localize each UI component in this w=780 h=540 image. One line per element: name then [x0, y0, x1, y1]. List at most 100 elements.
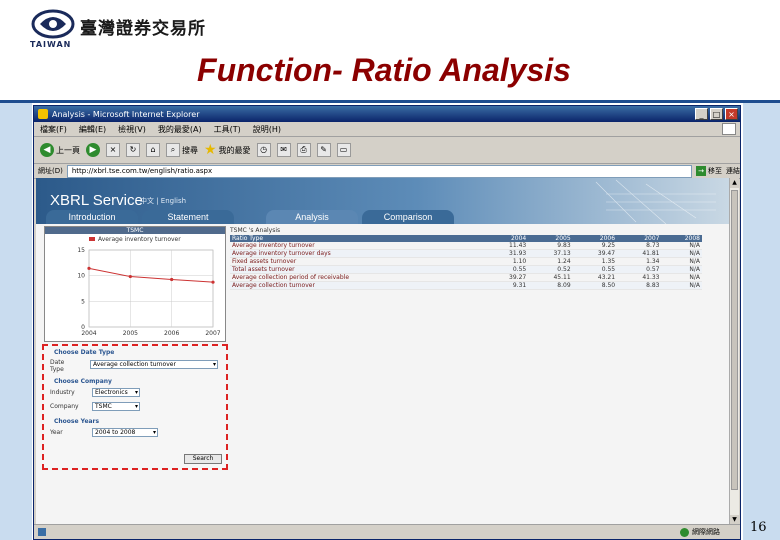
table-cell: N/A [661, 281, 702, 290]
tab-analysis[interactable]: Analysis [266, 210, 358, 224]
search-submit-button[interactable]: Search [184, 454, 222, 464]
vertical-scrollbar[interactable]: ▲ ▼ [729, 178, 739, 525]
address-input[interactable]: http://xbrl.tse.com.tw/english/ratio.asp… [66, 164, 692, 178]
company-header: Choose Company [54, 378, 112, 385]
table-cell: 37.13 [528, 249, 573, 258]
table-cell: 31.93 [483, 249, 529, 258]
right-frame-panel [743, 103, 780, 540]
edit-button[interactable]: ✎ [316, 143, 331, 157]
table-cell: 1.35 [572, 257, 618, 266]
table-cell: 8.09 [528, 281, 573, 290]
menu-bar: 檔案(F) 編輯(E) 檢視(V) 我的最愛(A) 工具(T) 說明(H) [34, 122, 740, 137]
table-cell: 11.43 [483, 242, 529, 250]
history-button[interactable]: ◷ [256, 143, 271, 157]
favorites-button[interactable]: ★ 我的最愛 [204, 143, 251, 157]
table-cell: 39.47 [572, 249, 618, 258]
table-cell: 0.57 [617, 265, 662, 274]
maximize-button[interactable]: □ [710, 108, 723, 120]
x-tick-label: 2007 [205, 330, 220, 337]
org-name: 臺灣證券交易所 [80, 19, 206, 39]
go-arrow-icon: → [696, 166, 706, 176]
refresh-button[interactable]: ↻ [126, 143, 140, 157]
table-cell: 39.27 [483, 273, 529, 282]
browser-title: Analysis - Microsoft Internet Explorer [52, 109, 200, 119]
row-label[interactable]: Average inventory turnover [230, 242, 484, 250]
twse-logo: 臺灣證券交易所 TAIWAN [30, 8, 210, 49]
years-header: Choose Years [54, 418, 100, 425]
xbrl-brand: XBRL Service [50, 192, 143, 209]
row-label[interactable]: Average collection turnover [230, 281, 484, 290]
data-point [170, 277, 174, 282]
window-controls: _ □ × [695, 108, 738, 120]
go-button[interactable]: → 移至 [696, 166, 722, 176]
menu-help[interactable]: 說明(H) [253, 124, 281, 135]
table-cell: 9.25 [572, 242, 618, 250]
data-point [128, 274, 132, 279]
folder-button[interactable]: ▭ [336, 143, 351, 157]
star-icon: ★ [204, 142, 217, 158]
menu-view[interactable]: 檢視(V) [118, 124, 146, 135]
home-button[interactable]: ⌂ [146, 143, 160, 157]
legend-swatch [89, 237, 95, 241]
table-cell: 1.34 [617, 257, 662, 266]
table-cell: 0.52 [528, 265, 573, 274]
chart-title: TSMC [45, 227, 225, 234]
ratio-table: Ratio Type 2004 2005 2006 2007 2008 Aver… [230, 235, 702, 290]
menu-favorites[interactable]: 我的最愛(A) [158, 124, 202, 135]
tab-introduction[interactable]: Introduction [46, 210, 138, 224]
table-cell: 1.24 [528, 257, 573, 266]
col-2007: 2007 [617, 235, 662, 242]
table-cell: N/A [661, 242, 702, 250]
menu-tools[interactable]: 工具(T) [214, 124, 241, 135]
tab-comparison[interactable]: Comparison [362, 210, 454, 224]
table-cell: 9.83 [528, 242, 573, 250]
title-divider [0, 100, 780, 103]
row-label[interactable]: Average inventory turnover days [230, 249, 484, 258]
table-cell: 8.73 [617, 242, 662, 250]
scroll-up-icon[interactable]: ▲ [730, 178, 739, 188]
date-type-select[interactable]: Average collection turnover [90, 360, 218, 369]
mail-button[interactable]: ✉ [276, 143, 291, 157]
table-cell: 8.50 [572, 281, 618, 290]
ratio-table-panel: TSMC 's Analysis Ratio Type 2004 2005 20… [230, 226, 702, 290]
table-cell: 41.33 [617, 273, 662, 282]
y-tick-label: 5 [81, 298, 85, 305]
x-tick-label: 2005 [123, 330, 138, 337]
language-switch[interactable]: 中文 | English [140, 196, 186, 206]
table-caption: TSMC 's Analysis [230, 227, 281, 234]
table-cell: N/A [661, 257, 702, 266]
search-button[interactable]: ⌕ 搜尋 [166, 143, 198, 157]
back-button[interactable]: ◀ 上一頁 [40, 143, 80, 157]
browser-titlebar: Analysis - Microsoft Internet Explorer _… [34, 106, 740, 122]
date-type-label: Date Type [50, 359, 65, 373]
tab-statement[interactable]: Statement [142, 210, 234, 224]
table-row: Total assets turnover 0.55 0.52 0.55 0.57 N/A [230, 265, 702, 274]
windows-flag-icon [722, 123, 736, 135]
scroll-thumb[interactable] [731, 190, 738, 490]
table-header-row: Ratio Type 2004 2005 2006 2007 2008 [230, 235, 702, 242]
row-label[interactable]: Total assets turnover [230, 265, 484, 274]
internet-zone-icon [680, 527, 689, 537]
security-zone: 網際網路 [680, 527, 720, 537]
search-label: 搜尋 [182, 145, 198, 155]
table-cell: 0.55 [483, 265, 529, 274]
company-label: Company [50, 403, 79, 410]
zone-label: 網際網路 [692, 528, 720, 536]
stop-button[interactable]: × [106, 143, 120, 157]
minimize-button[interactable]: _ [695, 108, 708, 120]
year-select[interactable]: 2004 to 2008 [92, 428, 158, 437]
row-label[interactable]: Average collection period of receivable [230, 273, 484, 282]
row-label[interactable]: Fixed assets turnover [230, 257, 484, 266]
print-button[interactable]: ⎙ [296, 143, 311, 157]
x-tick-label: 2006 [164, 330, 179, 337]
forward-button[interactable]: ▶ [86, 143, 100, 157]
xbrl-tabs: Introduction Statement Analysis Comparis… [46, 210, 729, 224]
links-button[interactable]: 連結 [726, 166, 740, 176]
menu-file[interactable]: 檔案(F) [40, 124, 67, 135]
menu-edit[interactable]: 編輯(E) [79, 124, 106, 135]
company-select[interactable]: TSMC [92, 402, 140, 411]
close-button[interactable]: × [725, 108, 738, 120]
ratio-chart: TSMC Average inventory turnover 15 10 5 0 20… [44, 226, 226, 342]
industry-select[interactable]: Electronics [92, 388, 140, 397]
table-cell: N/A [661, 265, 702, 274]
